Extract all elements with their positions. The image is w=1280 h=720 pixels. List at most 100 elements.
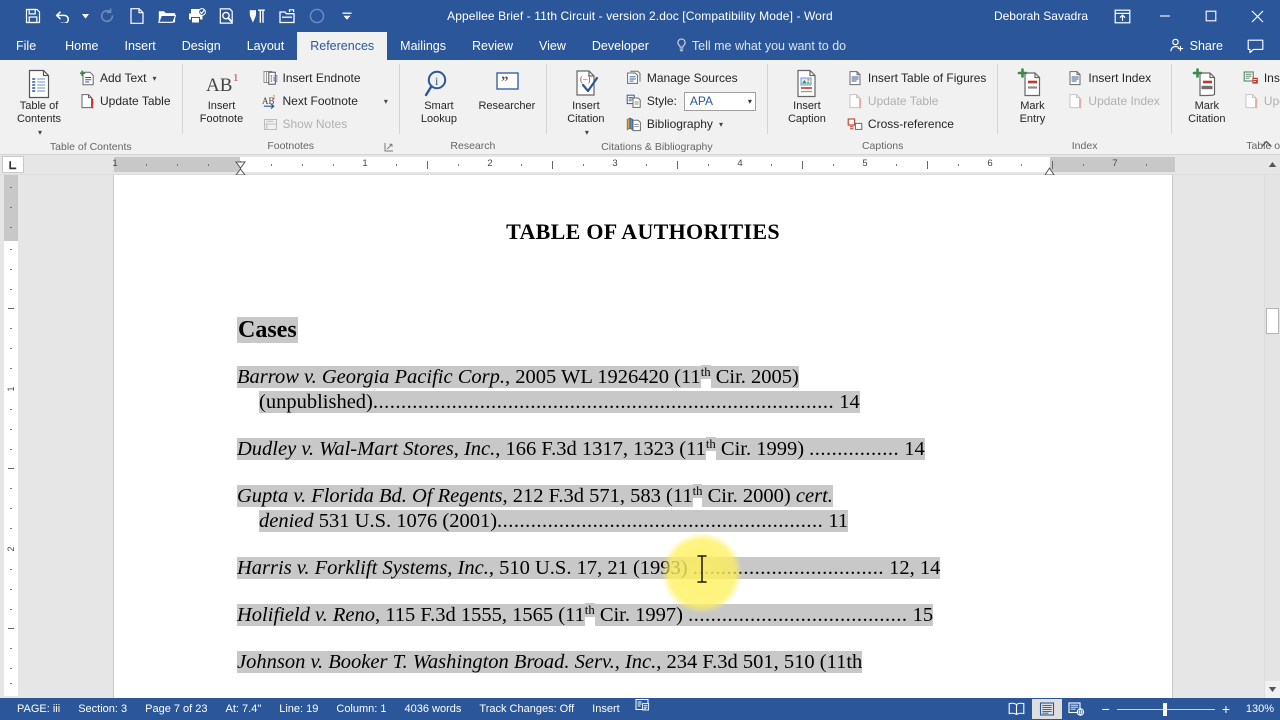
mark-entry-button[interactable]: Mark Entry [1004, 65, 1060, 126]
web-layout-view-icon[interactable] [1062, 699, 1092, 719]
tab-review[interactable]: Review [459, 32, 526, 60]
scroll-up-arrow-top[interactable] [1264, 155, 1280, 174]
status-at-position[interactable]: At: 7.4" [217, 698, 271, 720]
manage-sources-button[interactable]: Manage Sources [621, 67, 761, 89]
horizontal-ruler[interactable]: 1 1 2 3 4 5 6 7 [24, 155, 1264, 175]
read-mode-view-icon[interactable] [1002, 699, 1032, 719]
undo-icon[interactable] [48, 3, 78, 29]
status-insert-mode[interactable]: Insert [583, 698, 629, 720]
toa-entry[interactable]: Johnson v. Booker T. Washington Broad. S… [237, 650, 1049, 675]
researcher-button[interactable]: ” Researcher [474, 65, 540, 113]
insert-table-of-authorities-button[interactable]: Insert Table of Authorities [1238, 67, 1280, 89]
toa-entry[interactable]: Dudley v. Wal-Mart Stores, Inc., 166 F.3… [237, 437, 1049, 462]
zoom-slider[interactable] [1117, 703, 1215, 715]
insert-footnote-icon: AB1 [202, 68, 242, 100]
ordinal-superscript: th [693, 484, 703, 498]
vertical-ruler[interactable]: 1 2 3 [0, 175, 22, 698]
new-document-icon[interactable] [122, 3, 152, 29]
tab-design[interactable]: Design [169, 32, 234, 60]
update-authorities-table-button[interactable]: Update Table [1238, 90, 1280, 112]
next-footnote-button[interactable]: AB1 Next Footnote ▾ [257, 90, 393, 112]
svg-text:(–): (–) [580, 74, 591, 84]
tab-view[interactable]: View [526, 32, 579, 60]
status-line[interactable]: Line: 19 [270, 698, 327, 720]
cross-reference-button[interactable]: Cross-reference [842, 113, 992, 135]
insert-citation-button[interactable]: (–) Insert Citation ▾ [553, 65, 619, 139]
user-account-name[interactable]: Deborah Savadra [994, 9, 1088, 23]
undo-dropdown-caret[interactable] [78, 3, 92, 29]
spelling-check-icon[interactable] [302, 3, 332, 29]
insert-caption-label: Insert Caption [788, 100, 826, 126]
vertical-scrollbar[interactable] [1264, 175, 1280, 698]
maximize-restore-button[interactable] [1188, 0, 1234, 32]
zoom-level-label[interactable]: 130% [1238, 703, 1274, 715]
open-recent-icon[interactable] [272, 3, 302, 29]
status-word-count[interactable]: 4036 words [396, 698, 471, 720]
close-button[interactable] [1234, 0, 1280, 32]
document-scroll-area[interactable]: TABLE OF AUTHORITIES Cases Barrow v. Geo… [22, 175, 1264, 698]
cross-reference-label: Cross-reference [868, 117, 954, 131]
insert-endnote-button[interactable]: [i] Insert Endnote [257, 67, 393, 89]
insert-footnote-button[interactable]: AB1 Insert Footnote [189, 65, 255, 126]
add-text-button[interactable]: Add Text ▾ [74, 67, 176, 89]
save-icon[interactable] [18, 3, 48, 29]
comments-icon[interactable] [1239, 39, 1272, 54]
title-bar: Appellee Brief - 11th Circuit - version … [0, 0, 1280, 32]
tab-stop-selector[interactable] [2, 156, 24, 173]
tab-layout[interactable]: Layout [234, 32, 298, 60]
tab-mailings[interactable]: Mailings [387, 32, 459, 60]
share-button[interactable]: Share [1164, 38, 1229, 55]
show-formatting-marks-icon[interactable] [242, 3, 272, 29]
status-track-changes[interactable]: Track Changes: Off [470, 698, 583, 720]
table-of-authorities-content[interactable]: Cases Barrow v. Georgia Pacific Corp., 2… [237, 245, 1049, 675]
tab-home[interactable]: Home [52, 32, 111, 60]
proofing-status-icon[interactable] [629, 698, 656, 720]
toa-text-segment: , 510 U.S. 17, 21 (1993) [489, 557, 693, 579]
mark-citation-button[interactable]: Mark Citation [1178, 65, 1236, 126]
toa-entry[interactable]: Barrow v. Georgia Pacific Corp., 2005 WL… [237, 365, 1049, 415]
update-index-button[interactable]: Update Index [1062, 90, 1164, 112]
print-preview-icon[interactable] [212, 3, 242, 29]
scrollbar-thumb[interactable] [1266, 308, 1279, 334]
zoom-out-button[interactable]: − [1102, 702, 1110, 716]
tab-developer[interactable]: Developer [579, 32, 662, 60]
citation-style-select[interactable]: APA ▾ [684, 92, 756, 111]
status-page-label[interactable]: PAGE: iii [8, 698, 69, 720]
zoom-slider-thumb[interactable] [1163, 703, 1167, 716]
ordinal-superscript: th [585, 603, 595, 617]
customize-qat-caret[interactable] [332, 3, 362, 29]
minimize-button[interactable] [1142, 0, 1188, 32]
scroll-down-arrow[interactable] [1265, 681, 1280, 698]
tab-insert[interactable]: Insert [112, 32, 169, 60]
status-column[interactable]: Column: 1 [327, 698, 395, 720]
ordinal-superscript: th [706, 437, 716, 451]
table-of-contents-button[interactable]: Table of Contents ▾ [6, 65, 72, 139]
zoom-control[interactable]: − + [1092, 702, 1238, 716]
smart-lookup-button[interactable]: i Smart Lookup [406, 65, 472, 126]
ribbon-display-options-icon[interactable] [1102, 0, 1142, 32]
print-layout-view-icon[interactable] [1032, 699, 1062, 719]
toa-entry[interactable]: Harris v. Forklift Systems, Inc., 510 U.… [237, 556, 1049, 581]
show-notes-button[interactable]: Show Notes [257, 113, 393, 135]
scrollbar-track[interactable] [1265, 175, 1280, 681]
tell-me-search[interactable]: Tell me what you want to do [662, 32, 856, 60]
toa-entry[interactable]: Holifield v. Reno, 115 F.3d 1555, 1565 (… [237, 603, 1049, 628]
insert-table-of-figures-button[interactable]: Insert Table of Figures [842, 67, 992, 89]
tab-references[interactable]: References [297, 32, 387, 60]
zoom-in-button[interactable]: + [1222, 702, 1230, 716]
redo-icon[interactable] [92, 3, 122, 29]
update-toc-table-button[interactable]: Update Table [74, 90, 176, 112]
status-page-of[interactable]: Page 7 of 23 [136, 698, 216, 720]
tab-file[interactable]: File [0, 32, 52, 60]
update-figures-table-button[interactable]: Update Table [842, 90, 992, 112]
toa-entry[interactable]: Gupta v. Florida Bd. Of Regents, 212 F.3… [237, 484, 1049, 534]
bibliography-button[interactable]: Bibliography ▾ [621, 113, 761, 135]
print-icon[interactable] [182, 3, 212, 29]
footnotes-dialog-launcher[interactable] [384, 142, 395, 153]
open-folder-icon[interactable] [152, 3, 182, 29]
status-section[interactable]: Section: 3 [69, 698, 136, 720]
insert-caption-button[interactable]: Insert Caption [774, 65, 840, 126]
document-page[interactable]: TABLE OF AUTHORITIES Cases Barrow v. Geo… [113, 175, 1173, 698]
collapse-ribbon-button[interactable] [1258, 136, 1274, 152]
insert-index-button[interactable]: Insert Index [1062, 67, 1164, 89]
